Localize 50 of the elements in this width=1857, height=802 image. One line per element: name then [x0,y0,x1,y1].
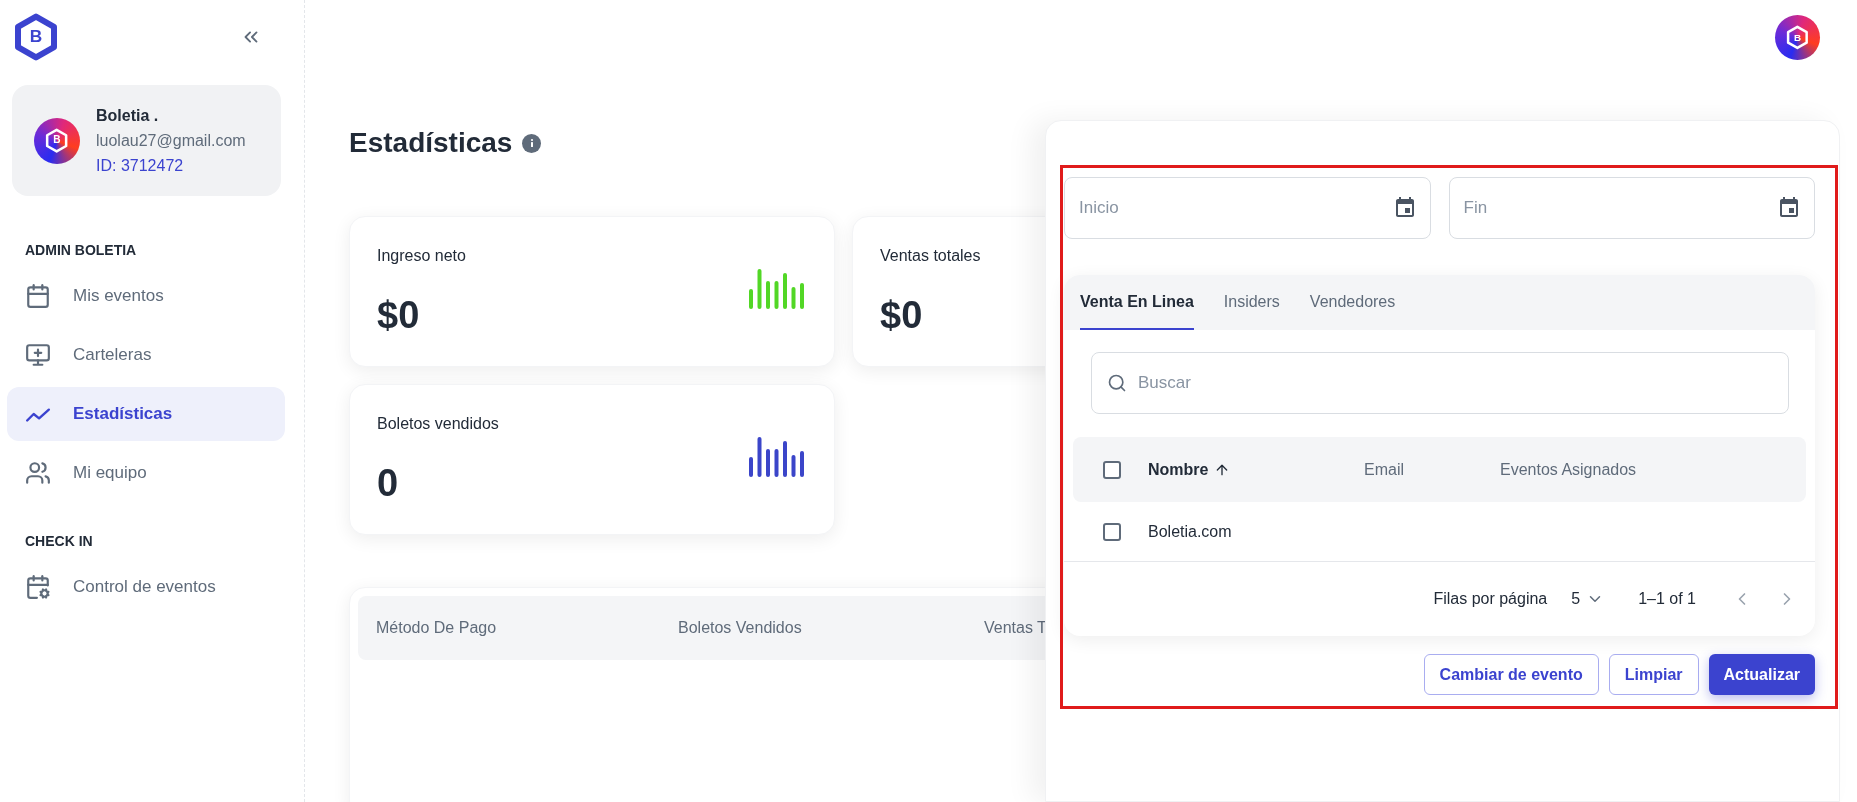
nav-item[interactable]: Carteleras [7,328,285,382]
profile-avatar: B [34,117,80,164]
search-field[interactable]: Buscar [1091,352,1789,414]
profile-id: ID: 3712472 [96,155,185,176]
stat-label: Ingreso neto [377,246,466,266]
info-icon[interactable] [522,133,542,153]
column-header[interactable]: Email [1364,457,1500,482]
page-range: 1–1 of 1 [1638,589,1696,609]
sparkline-drawing [749,269,807,309]
team-icon [25,460,51,486]
stat-value: $0 [880,296,924,334]
calendar-icon [25,283,51,309]
column-header: Boletos Vendidos [678,618,803,638]
nav-item[interactable]: Estadísticas [7,387,285,441]
nav-item[interactable]: Mis eventos [7,269,285,323]
sparkline-drawing [749,437,807,477]
section-heading: ADMIN BOLETIA [24,241,138,260]
page-title: Estadísticas [349,126,513,160]
profile-name: Boletia . [96,105,160,126]
action-button[interactable]: Actualizar [1708,654,1815,695]
logo: B [12,13,60,61]
profile-email: luolau27@gmail.com [96,130,246,151]
column-header[interactable]: Eventos Asignados [1500,457,1637,482]
column-header: Ventas T [984,618,1047,638]
date-field[interactable]: Inicio [1064,177,1431,239]
monitor-plus-icon [25,342,51,368]
search-icon [1107,373,1127,393]
stat-value: 0 [377,464,400,502]
rows-per-page-label: Filas por página [1433,589,1548,609]
section-heading: CHECK IN [24,532,94,551]
action-button[interactable]: Limpiar [1608,654,1699,695]
tab[interactable]: Vendedores [1309,275,1396,330]
tab[interactable]: Insiders [1223,275,1280,330]
calendar-icon[interactable] [1777,196,1801,220]
calendar-gear-icon [25,574,51,600]
column-header: Método De Pago [376,618,498,638]
checkbox[interactable] [1103,522,1121,541]
date-field[interactable]: Fin [1448,177,1815,239]
stat-label: Boletos vendidos [377,414,499,434]
column-header[interactable]: Nombre [1148,457,1364,482]
table-cell-text: Boletia.com [1148,521,1232,542]
tab[interactable]: Venta En Linea [1080,275,1194,330]
stat-value: $0 [377,296,421,334]
checkbox[interactable] [1103,460,1121,479]
nav-item[interactable]: Control de eventos [7,560,285,614]
page-size-select[interactable]: 5 [1571,587,1605,611]
stat-label: Ventas totales [880,246,981,266]
action-button[interactable]: Cambiar de evento [1423,654,1599,695]
account-avatar: B [1775,15,1820,60]
nav-item[interactable]: Mi equipo [7,446,285,500]
